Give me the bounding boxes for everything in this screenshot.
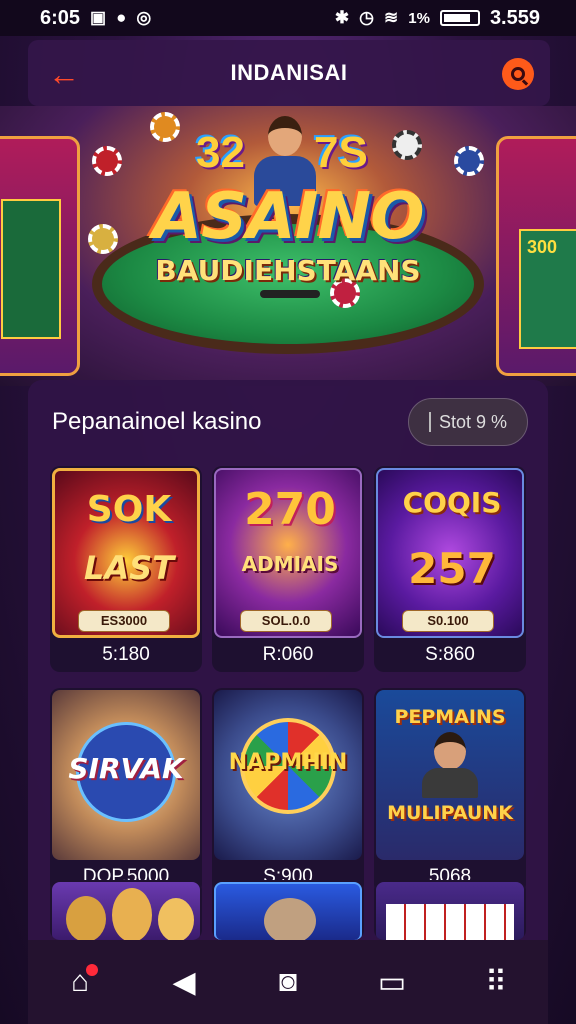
game-card-tag: SOL.0.0 bbox=[240, 610, 332, 632]
hero-subtitle: BAUDIEHSTAANS bbox=[155, 254, 421, 287]
game-card-art-top: 270 bbox=[244, 484, 336, 535]
hero-numbers-right: 7S bbox=[314, 128, 368, 177]
game-card[interactable]: SIRVAK DOP.5000 bbox=[50, 688, 202, 894]
game-card-tag: ES3000 bbox=[78, 610, 170, 632]
chip-icon bbox=[392, 130, 422, 160]
battery-percent: 1% bbox=[408, 9, 430, 27]
back-triangle-icon: ◀ bbox=[172, 965, 196, 999]
back-arrow-icon[interactable]: ← bbox=[44, 54, 84, 94]
filter-pill-label: Stot 9 % bbox=[438, 411, 508, 432]
game-card[interactable] bbox=[50, 880, 202, 940]
search-icon bbox=[511, 67, 525, 81]
nav-search[interactable]: ◙ bbox=[258, 952, 318, 1012]
grid-menu-icon: ⠿ bbox=[485, 965, 507, 999]
game-card-art-top: SOK bbox=[86, 489, 172, 530]
search-button[interactable] bbox=[502, 58, 534, 90]
section-title: Pepanainoel kasino bbox=[52, 408, 262, 435]
game-card[interactable]: COQIS 257 S0.100 S:860 bbox=[374, 466, 526, 672]
chip-icon bbox=[92, 146, 122, 176]
app-bar: ← INDANISAI bbox=[28, 40, 550, 106]
filter-pill[interactable]: Stot 9 % bbox=[408, 398, 528, 446]
alarm-icon: ◷ bbox=[359, 8, 374, 27]
game-card-art-title: MULIPAUNK bbox=[387, 802, 513, 824]
status-time: 6:05 bbox=[40, 6, 81, 29]
chip-icon bbox=[150, 112, 180, 142]
game-card-tag: S0.100 bbox=[402, 610, 494, 632]
game-card-art-title: SIRVAK bbox=[68, 752, 184, 785]
game-card[interactable] bbox=[374, 880, 526, 940]
search-icon: ◙ bbox=[278, 965, 298, 998]
game-card[interactable]: NAPMHIN S:900 bbox=[212, 688, 364, 894]
game-card-art bbox=[376, 882, 524, 940]
game-card[interactable]: PEPMAINS MULIPAUNK 5068 bbox=[374, 688, 526, 894]
bluetooth-icon: ✱ bbox=[334, 8, 350, 27]
player-avatar bbox=[422, 732, 478, 798]
nav-tabs[interactable]: ▭ bbox=[362, 952, 422, 1012]
game-card-art-title: LAST bbox=[83, 549, 175, 587]
bottom-nav: ⌂ ◀ ◙ ▭ ⠿ bbox=[28, 940, 548, 1024]
games-panel: Pepanainoel kasino Stot 9 % SOK LAST ES3… bbox=[28, 380, 548, 1024]
game-card-art: SIRVAK bbox=[52, 690, 200, 860]
game-card-value: R:060 bbox=[262, 644, 314, 665]
image-icon: ▣ bbox=[90, 8, 107, 27]
app-icon: ◎ bbox=[136, 8, 152, 27]
notification-badge bbox=[86, 964, 98, 976]
hero-banner[interactable]: 300 32 7S ASAINO BAUDIEHSTAANS bbox=[0, 106, 576, 386]
game-card-value: S:860 bbox=[425, 644, 475, 665]
hero-numbers-left: 32 bbox=[196, 128, 245, 177]
dot-icon: ● bbox=[116, 8, 127, 27]
tabs-icon: ▭ bbox=[377, 965, 407, 999]
hero-title: ASAINO bbox=[152, 180, 425, 254]
game-card[interactable] bbox=[212, 880, 364, 940]
wifi-icon: ≋ bbox=[384, 8, 399, 27]
battery-icon bbox=[439, 10, 480, 26]
game-card-art-title: 257 bbox=[408, 544, 496, 593]
game-card-art bbox=[214, 882, 362, 940]
game-card-art bbox=[52, 882, 200, 940]
nav-home[interactable]: ⌂ bbox=[50, 952, 110, 1012]
game-card-art: NAPMHIN bbox=[214, 690, 362, 860]
game-card-value: 5:180 bbox=[102, 644, 150, 665]
game-card-art-title: NAPMHIN bbox=[228, 750, 348, 775]
game-card-art-top: PEPMAINS bbox=[394, 706, 506, 728]
playing-cards-icon bbox=[386, 904, 514, 940]
game-card-art: PEPMAINS MULIPAUNK bbox=[376, 690, 524, 860]
nav-menu[interactable]: ⠿ bbox=[466, 952, 526, 1012]
game-card[interactable]: SOK LAST ES3000 5:180 bbox=[50, 466, 202, 672]
status-right-text: 3.559 bbox=[489, 6, 540, 29]
divider-icon bbox=[428, 412, 431, 432]
koala-icon bbox=[264, 898, 316, 940]
game-card-art-top: COQIS bbox=[402, 486, 502, 519]
app-title: INDANISAI bbox=[230, 60, 348, 85]
status-bar: 6:05 ▣ ● ◎ ✱ ◷ ≋ 1% 3.559 bbox=[0, 0, 576, 36]
nav-back[interactable]: ◀ bbox=[154, 952, 214, 1012]
chip-icon bbox=[454, 146, 484, 176]
game-card[interactable]: 270 ADMIAIS SOL.0.0 R:060 bbox=[212, 466, 364, 672]
game-card-art-title: ADMIAIS bbox=[241, 552, 339, 576]
